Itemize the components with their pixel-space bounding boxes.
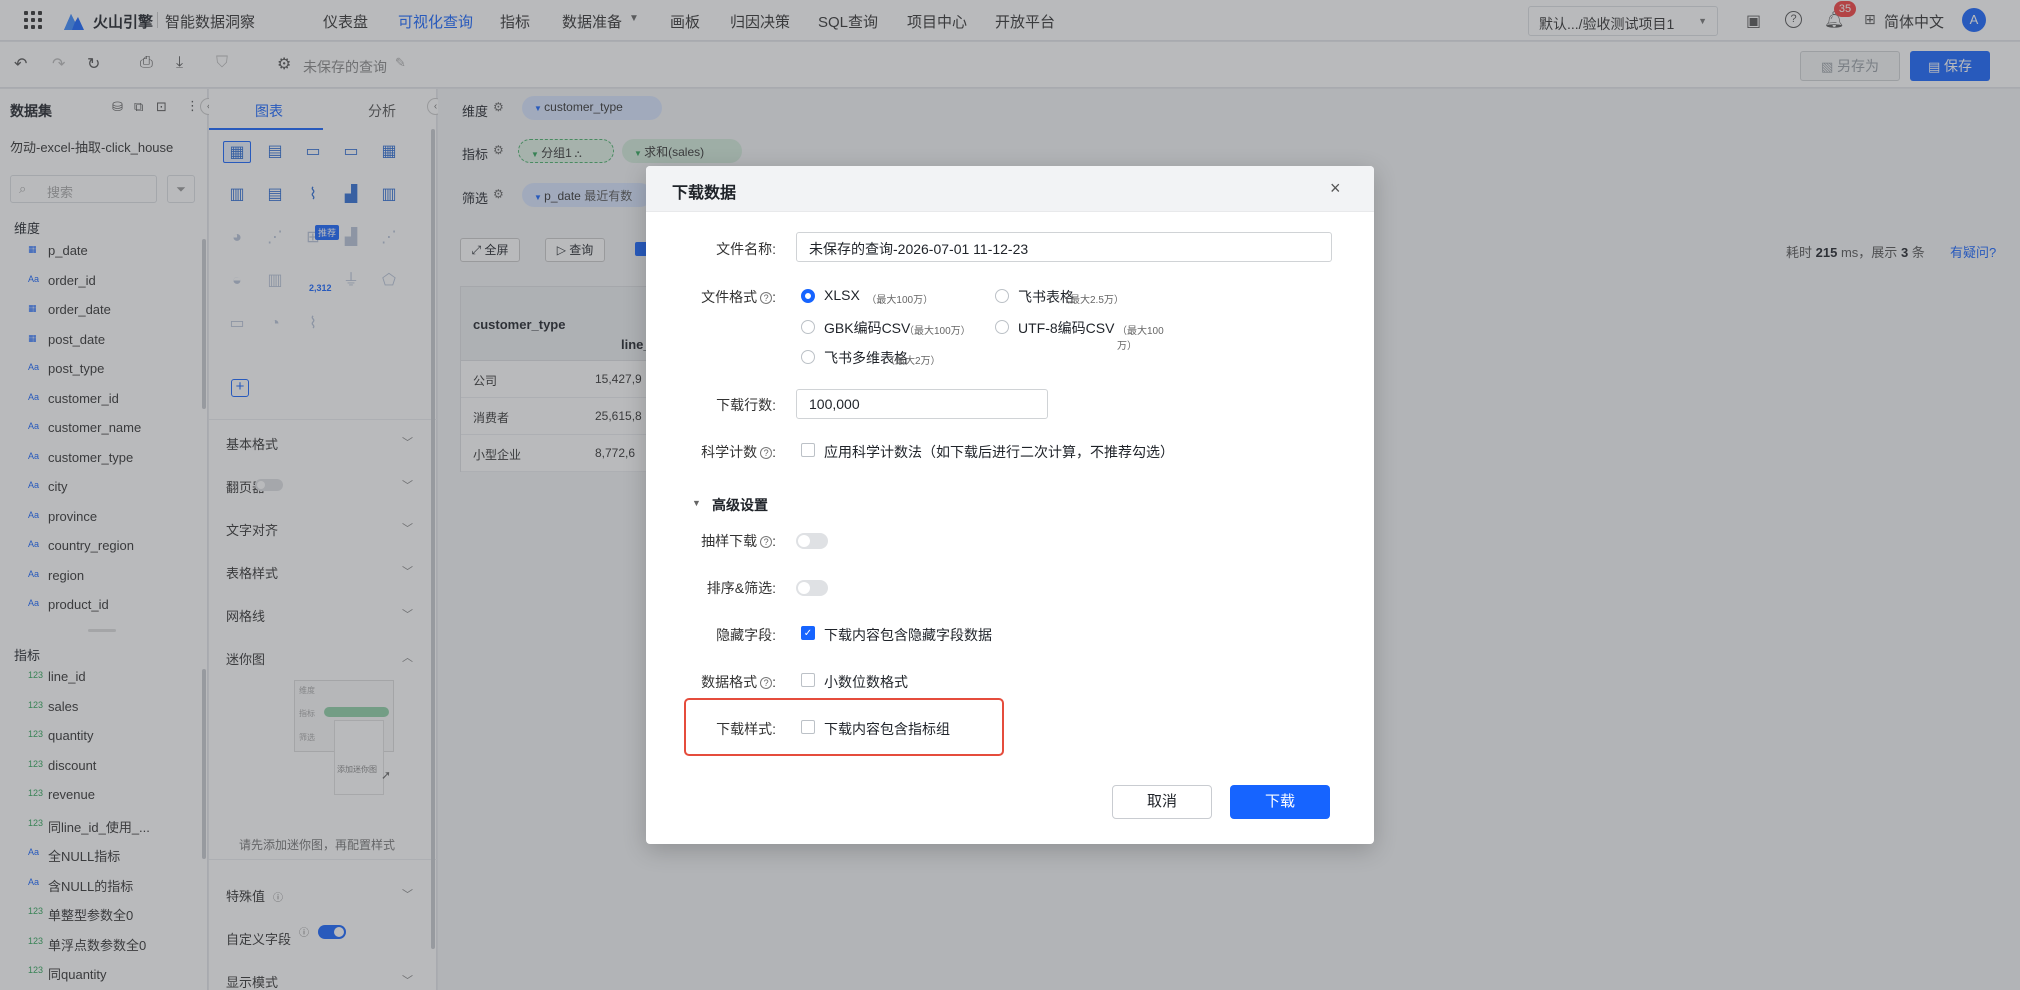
close-icon[interactable]: ×	[1330, 178, 1341, 199]
sci-label: 科学计数?:	[701, 444, 776, 460]
sort-filter-toggle[interactable]	[796, 580, 828, 596]
radio-button[interactable]	[801, 320, 815, 334]
file-format-label-text: 文件格式	[701, 289, 758, 305]
format-option[interactable]: GBK编码CSV （最大100万）	[801, 318, 981, 338]
decimal-format-option[interactable]: 小数位数格式	[824, 672, 908, 692]
file-format-label: 文件格式?:	[701, 289, 776, 305]
download-style-option[interactable]: 下载内容包含指标组	[824, 719, 950, 739]
data-format-help-icon[interactable]: ?	[760, 677, 773, 689]
sample-help-icon[interactable]: ?	[760, 536, 773, 548]
advanced-settings-title[interactable]: 高级设置	[712, 495, 768, 515]
sample-toggle[interactable]	[796, 533, 828, 549]
download-button[interactable]: 下载	[1230, 785, 1330, 819]
file-name-label: 文件名称:	[716, 241, 776, 257]
format-option[interactable]: UTF-8编码CSV （最大100万）	[995, 318, 1175, 352]
advanced-caret-icon[interactable]: ▼	[692, 498, 701, 508]
file-name-input[interactable]: 未保存的查询-2026-07-01 11-12-23	[796, 232, 1332, 262]
format-limit: （最大100万）	[904, 326, 971, 337]
format-option[interactable]: XLSX （最大100万）	[801, 287, 981, 307]
sci-checkbox[interactable]	[801, 443, 815, 457]
rows-input[interactable]: 100,000	[796, 389, 1048, 419]
dialog-title: 下载数据	[672, 185, 737, 202]
radio-button[interactable]	[995, 289, 1009, 303]
format-limit: （最大2.5万）	[1060, 295, 1124, 306]
rows-label: 下载行数:	[716, 397, 776, 413]
format-option[interactable]: 飞书表格 （最大2.5万）	[995, 287, 1175, 307]
data-format-label-text: 数据格式	[701, 674, 758, 690]
format-limit: （最大100万）	[1117, 326, 1164, 352]
radio-button[interactable]	[801, 289, 815, 303]
format-option[interactable]: 飞书多维表格 （最大2万）	[801, 348, 981, 368]
format-label: GBK编码CSV	[824, 320, 911, 336]
format-limit: （最大100万）	[866, 295, 934, 306]
decimal-format-checkbox[interactable]	[801, 673, 815, 687]
sample-label: 抽样下载?:	[701, 533, 776, 549]
radio-button[interactable]	[801, 350, 815, 364]
hidden-field-label: 隐藏字段:	[716, 627, 776, 643]
format-label: XLSX	[824, 287, 860, 303]
data-format-label: 数据格式?:	[701, 674, 776, 690]
sample-label-text: 抽样下载	[701, 533, 758, 549]
file-format-help-icon[interactable]: ?	[760, 292, 773, 304]
hidden-field-option[interactable]: 下载内容包含隐藏字段数据	[824, 625, 992, 645]
cancel-button[interactable]: 取消	[1112, 785, 1212, 819]
download-dialog: 下载数据 × 文件名称: 未保存的查询-2026-07-01 11-12-23 …	[646, 166, 1374, 844]
hidden-field-checkbox[interactable]: ✓	[801, 626, 815, 640]
sci-label-text: 科学计数	[701, 444, 758, 460]
sort-filter-label: 排序&筛选:	[706, 580, 776, 596]
download-style-label: 下载样式:	[716, 721, 776, 737]
sci-help-icon[interactable]: ?	[760, 447, 773, 459]
sci-option-label[interactable]: 应用科学计数法（如下载后进行二次计算，不推荐勾选）	[824, 442, 1174, 462]
format-limit: （最大2万）	[885, 356, 941, 367]
dialog-header	[646, 166, 1374, 212]
radio-button[interactable]	[995, 320, 1009, 334]
download-style-checkbox[interactable]	[801, 720, 815, 734]
format-label: UTF-8编码CSV	[1018, 320, 1115, 336]
